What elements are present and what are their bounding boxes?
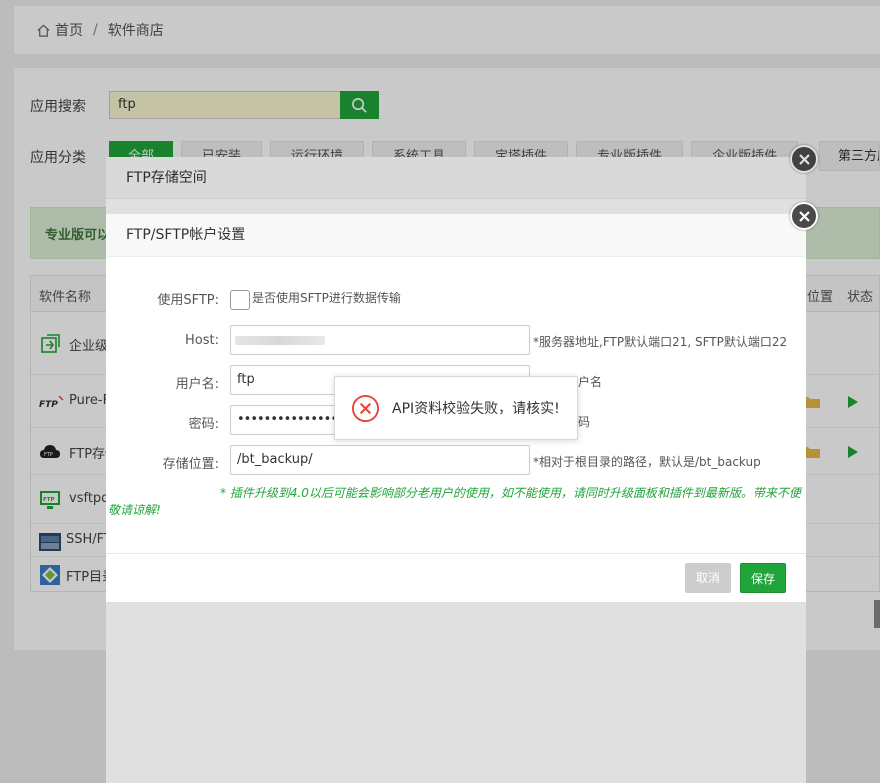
cancel-button[interactable]: 取消 (685, 563, 731, 593)
error-icon (351, 394, 380, 422)
close-ftp-account-dialog-button[interactable] (790, 202, 818, 230)
ftp-account-dialog-title: FTP/SFTP帐户设置 (106, 214, 806, 257)
plugin-upgrade-warning: * 插件升级到4.0以后可能会影响部分老用户的使用，如不能使用，请同时升级面板和… (108, 486, 801, 517)
username-hint: 户名 (578, 375, 603, 389)
password-label: 密码: (188, 417, 219, 432)
password-hint: 码 (578, 415, 591, 429)
storage-path-input[interactable]: /bt_backup/ (230, 445, 530, 475)
host-input[interactable] (230, 325, 530, 355)
storage-path-hint: *相对于根目录的路径，默认是/bt_backup (533, 455, 761, 469)
host-hint: *服务器地址,FTP默认端口21, SFTP默认端口22 (533, 335, 788, 349)
close-icon (798, 210, 810, 222)
redacted-host-value (235, 336, 325, 345)
host-label: Host: (185, 333, 219, 348)
error-toast: API资料校验失败，请核实! (334, 376, 578, 440)
sftp-label: 使用SFTP: (157, 293, 219, 308)
error-toast-message: API资料校验失败，请核实! (392, 401, 560, 417)
dialog-footer: 取消 保存 (106, 553, 806, 602)
sftp-hint: 是否使用SFTP进行数据传输 (252, 291, 401, 305)
sftp-checkbox[interactable] (230, 290, 250, 310)
storage-path-label: 存储位置: (162, 457, 219, 472)
save-button[interactable]: 保存 (740, 563, 786, 593)
username-label: 用户名: (175, 377, 219, 392)
